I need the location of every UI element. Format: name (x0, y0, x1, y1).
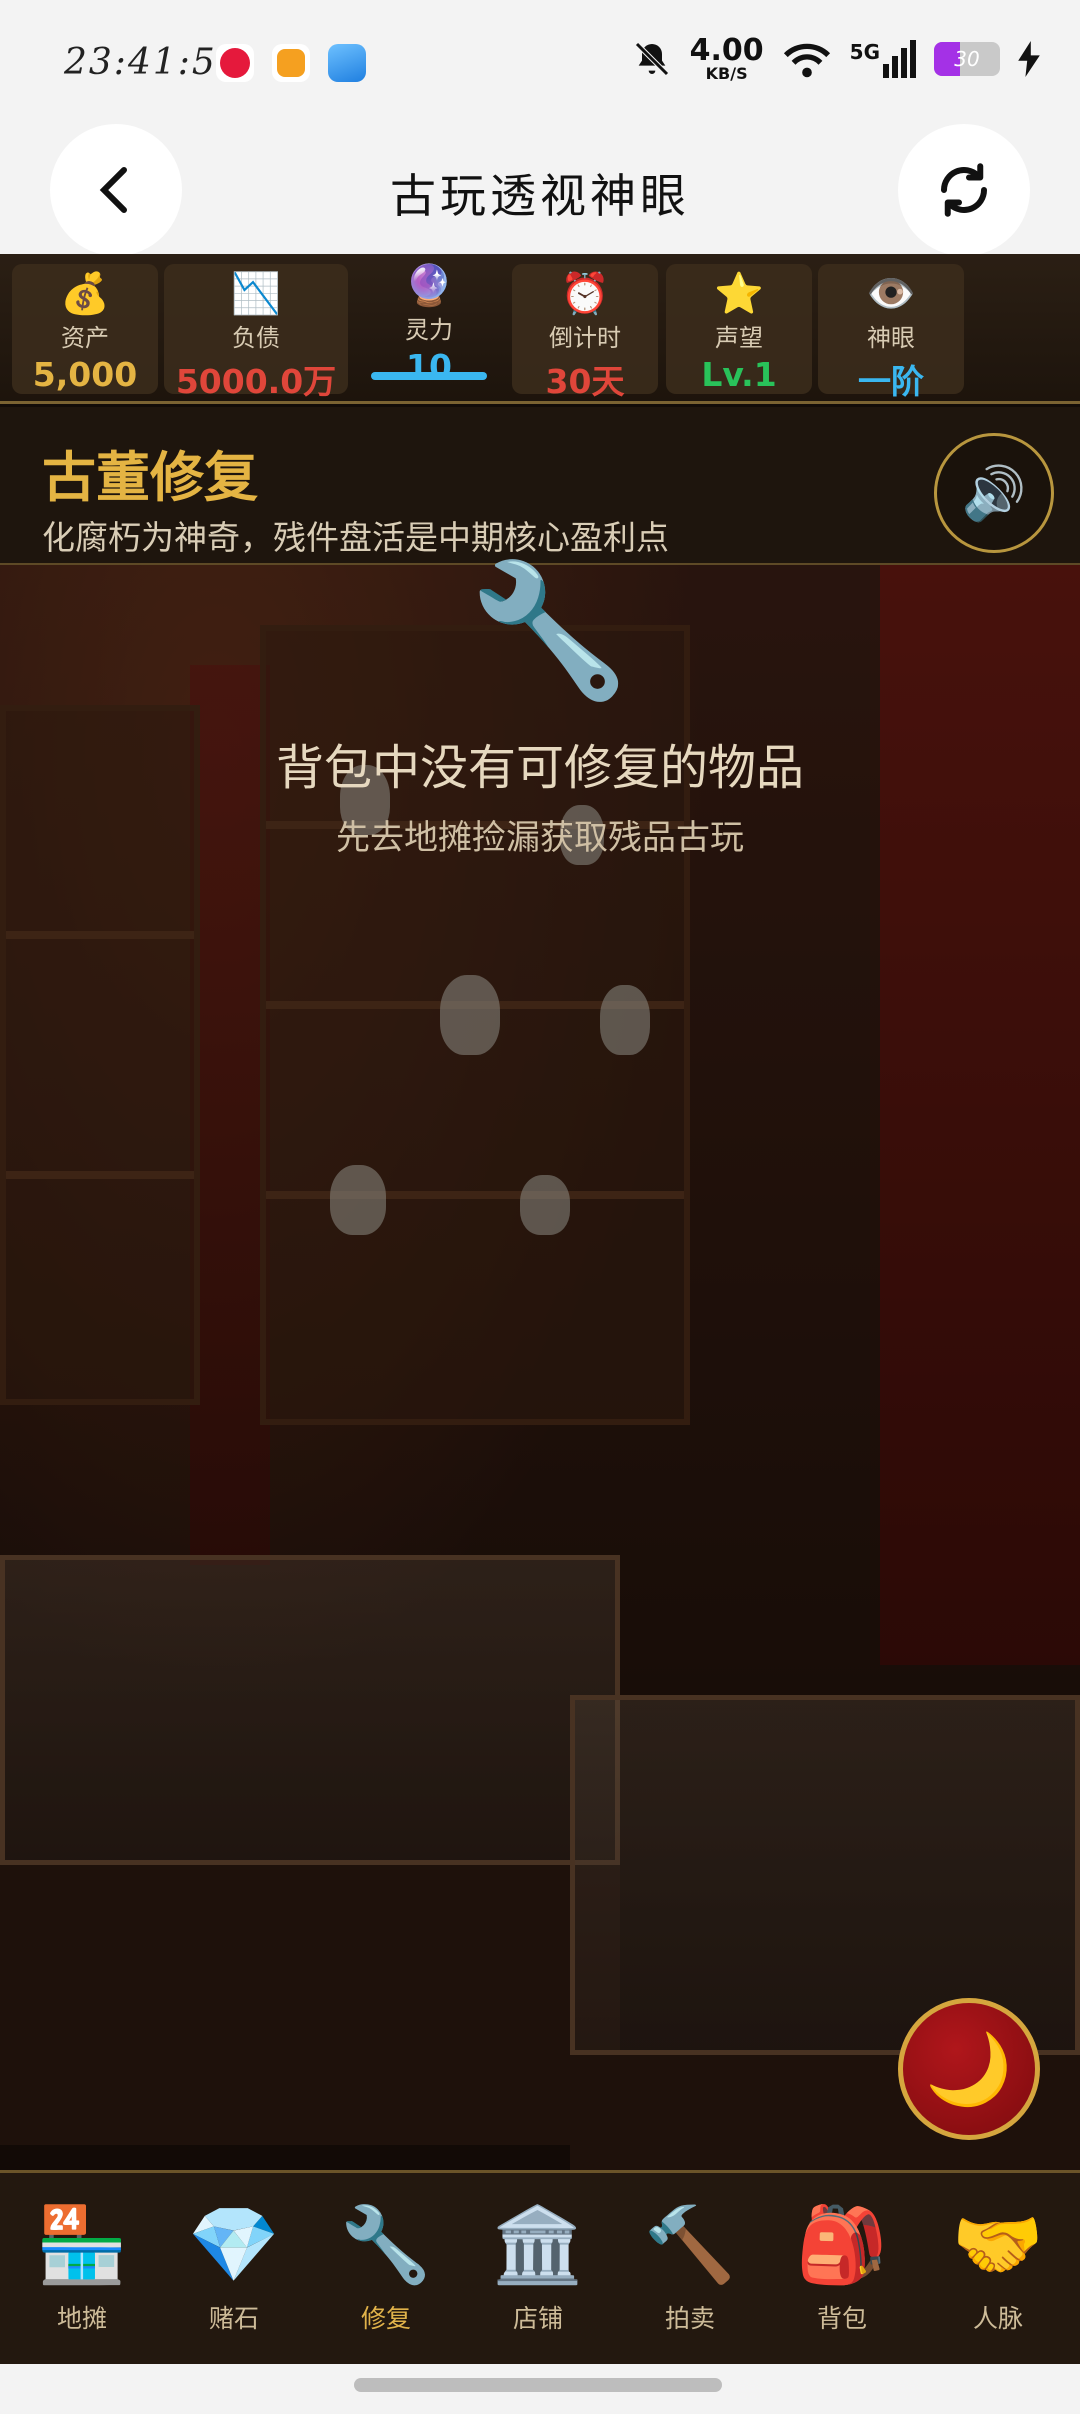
nav-item-gamble-stone[interactable]: 💎 赌石 (174, 2203, 294, 2335)
classical-building-icon: 🏛️ (491, 2202, 585, 2288)
battery-level: 30 (954, 47, 980, 71)
money-bag-icon: 💰 (60, 271, 110, 317)
stat-divine-eye[interactable]: 👁️ 神眼 一阶 (818, 264, 964, 401)
store-icon: 🏪 (35, 2202, 129, 2288)
nav-label: 赌石 (208, 2304, 259, 2333)
stat-value: 5000.0万 (175, 362, 337, 401)
stat-value: 10 (406, 347, 452, 386)
stat-label: 倒计时 (549, 324, 621, 352)
notification-icons (216, 44, 366, 82)
empty-state-title: 背包中没有可修复的物品 (275, 740, 804, 796)
backpack-icon: 🎒 (795, 2202, 889, 2288)
net-speed: 4.00 KB/S (690, 36, 764, 82)
signal-icon: 5G (850, 40, 916, 78)
net-speed-unit: KB/S (705, 64, 748, 83)
video-app-icon (216, 44, 254, 82)
stat-label: 负债 (232, 324, 280, 352)
game-view: 💰 资产 5,000 📉 负债 5000.0万 🔮 灵力 10 ⏰ 倒计时 30… (0, 254, 1080, 2364)
stat-assets[interactable]: 💰 资产 5,000 (12, 264, 158, 394)
stat-debt[interactable]: 📉 负债 5000.0万 (164, 264, 348, 401)
status-right: 4.00 KB/S 5G 30 (632, 36, 1040, 82)
refresh-button[interactable] (898, 124, 1030, 256)
speaker-icon: 🔊 (961, 463, 1027, 524)
title-bar: 古玩透视神眼 (0, 124, 1080, 256)
mute-icon (634, 42, 669, 76)
crystal-ball-icon: 🔮 (404, 263, 454, 309)
gem-icon: 💎 (187, 2202, 281, 2288)
nav-item-restore[interactable]: 🔧 修复 (326, 2203, 446, 2335)
stat-countdown[interactable]: ⏰ 倒计时 30天 (512, 264, 658, 401)
nav-item-backpack[interactable]: 🎒 背包 (782, 2203, 902, 2335)
hammer-icon: 🔨 (643, 2202, 737, 2288)
bottom-nav: 🏪 地摊 💎 赌石 🔧 修复 🏛️ 店铺 🔨 拍卖 🎒 背包 🤝 人脉 (0, 2170, 1080, 2364)
nav-label: 地摊 (56, 2304, 107, 2333)
orange-app-icon (272, 44, 310, 82)
section-title: 古董修复 (42, 446, 258, 509)
gesture-bar (0, 2364, 1080, 2414)
star-icon: ⭐ (714, 271, 764, 317)
stat-label: 资产 (61, 324, 109, 352)
charging-icon (1018, 41, 1040, 77)
empty-state-subtitle: 先去地摊捡漏获取残品古玩 (336, 818, 744, 858)
nav-label: 拍卖 (664, 2304, 715, 2333)
nav-item-auction[interactable]: 🔨 拍卖 (630, 2203, 750, 2335)
stat-value: Lv.1 (701, 355, 777, 394)
status-bar: 23:41:56 4.00 KB/S 5G 30 (0, 0, 1080, 124)
nav-item-shop[interactable]: 🏛️ 店铺 (478, 2203, 598, 2335)
nav-item-contacts[interactable]: 🤝 人脉 (938, 2203, 1058, 2335)
wrench-icon: 🔧 (339, 2202, 433, 2288)
chart-down-icon: 📉 (231, 271, 281, 317)
nav-item-stall[interactable]: 🏪 地摊 (22, 2203, 142, 2335)
wrench-icon: 🔧 (468, 554, 630, 706)
stat-value: 5,000 (32, 355, 138, 394)
home-indicator[interactable] (354, 2378, 722, 2392)
sound-button[interactable]: 🔊 (934, 433, 1054, 553)
nav-label: 店铺 (512, 2304, 563, 2333)
battery-icon: 30 (934, 42, 1000, 76)
night-mode-button[interactable]: 🌙 (898, 1998, 1040, 2140)
section-subtitle: 化腐朽为神奇，残件盘活是中期核心盈利点 (42, 518, 669, 557)
moon-icon: 🌙 (925, 2027, 1013, 2110)
net-speed-value: 4.00 (689, 33, 764, 68)
stat-value: 30天 (545, 362, 625, 401)
nav-label: 修复 (360, 2304, 411, 2333)
handshake-icon: 🤝 (951, 2202, 1045, 2288)
nav-label: 背包 (816, 2304, 867, 2333)
active-indicator (371, 372, 487, 380)
stat-label: 声望 (715, 324, 763, 352)
nav-label: 人脉 (972, 2304, 1023, 2333)
network-type: 5G (849, 40, 880, 64)
stat-value: 一阶 (858, 362, 924, 401)
section-header: 古董修复 化腐朽为神奇，残件盘活是中期核心盈利点 🔊 (0, 407, 1080, 565)
stat-reputation[interactable]: ⭐ 声望 Lv.1 (666, 264, 812, 394)
wifi-icon (783, 43, 830, 78)
refresh-icon (941, 163, 987, 217)
stat-spirit-power[interactable]: 🔮 灵力 10 (356, 256, 502, 386)
stats-bar: 💰 资产 5,000 📉 负债 5000.0万 🔮 灵力 10 ⏰ 倒计时 30… (0, 254, 1080, 404)
eye-icon: 👁️ (866, 271, 916, 317)
stat-label: 神眼 (867, 324, 915, 352)
stat-label: 灵力 (405, 316, 453, 344)
gallery-app-icon (328, 44, 366, 82)
alarm-clock-icon: ⏰ (560, 271, 610, 317)
